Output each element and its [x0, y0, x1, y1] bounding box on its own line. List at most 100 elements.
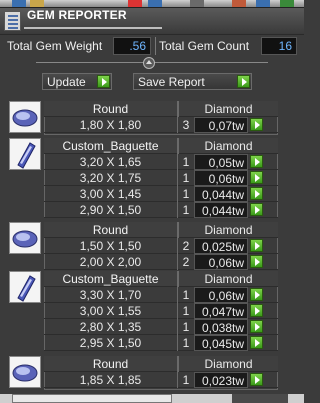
select-gem-button[interactable] — [250, 118, 263, 131]
gem-quantity: 1 — [182, 171, 190, 185]
gem-header-row: Round Diamond — [44, 101, 278, 117]
toolbar-icon[interactable] — [148, 0, 162, 7]
select-gem-button[interactable] — [250, 187, 263, 200]
update-button[interactable]: Update — [42, 73, 112, 90]
baguette-gem-icon — [9, 271, 41, 303]
select-gem-button[interactable] — [250, 304, 263, 317]
gem-header-row: Round Diamond — [44, 356, 278, 372]
gem-quantity: 1 — [182, 373, 190, 387]
select-gem-button[interactable] — [250, 171, 263, 184]
gem-quantity: 1 — [182, 187, 190, 201]
gem-weight: 0,07tw — [194, 117, 248, 133]
window-title: GEM REPORTER — [27, 8, 127, 22]
toolbar-icon[interactable] — [12, 0, 26, 7]
stats-divider — [155, 37, 156, 55]
gem-quantity: 1 — [182, 155, 190, 169]
gem-quantity: 1 — [182, 336, 190, 350]
gem-weight: 0,047tw — [194, 303, 248, 319]
gem-dimensions: 3,00 X 1,55 — [44, 303, 178, 319]
material-name: Diamond — [178, 356, 278, 372]
table-row: 3,00 X 1,55 1 0,047tw — [44, 303, 278, 319]
table-row: 2,95 X 1,50 1 0,045tw — [44, 335, 278, 351]
gem-quantity: 1 — [182, 203, 190, 217]
cut-name: Custom_Baguette — [44, 271, 178, 287]
save-report-button-label: Save Report — [138, 75, 205, 89]
play-arrow-icon — [237, 75, 250, 88]
select-gem-button[interactable] — [250, 288, 263, 301]
gem-dimensions: 3,30 X 1,70 — [44, 287, 178, 303]
table-row: 1,50 X 1,50 2 0,025tw — [44, 238, 278, 254]
bottom-status-strip — [0, 394, 304, 403]
totals-bar: Total Gem Weight .56 Total Gem Count 16 — [3, 37, 301, 55]
select-gem-button[interactable] — [250, 255, 263, 268]
select-gem-button[interactable] — [250, 320, 263, 333]
round-gem-icon — [9, 356, 41, 388]
bottom-field[interactable] — [12, 394, 172, 403]
total-weight-label: Total Gem Weight — [7, 39, 103, 53]
gem-dimensions: 2,90 X 1,50 — [44, 202, 178, 218]
toolbar-icon[interactable] — [232, 0, 246, 7]
cut-name: Custom_Baguette — [44, 138, 178, 154]
select-gem-button[interactable] — [250, 203, 263, 216]
table-row: 2,00 X 2,00 2 0,06tw — [44, 254, 278, 270]
top-toolbar-strip — [0, 0, 304, 8]
play-arrow-icon — [97, 75, 110, 88]
gem-table: Round Diamond 1,80 X 1,80 3 0,07tw — [44, 101, 278, 133]
gem-quantity: 1 — [182, 320, 190, 334]
gem-dimensions: 3,00 X 1,45 — [44, 186, 178, 202]
toolbar-icon[interactable] — [256, 0, 270, 7]
gem-weight: 0,05tw — [194, 154, 248, 170]
total-count-value: 16 — [261, 37, 297, 55]
table-row: 3,20 X 1,75 1 0,06tw — [44, 170, 278, 186]
select-gem-button[interactable] — [250, 336, 263, 349]
save-report-button[interactable]: Save Report — [133, 73, 252, 90]
gem-weight: 0,025tw — [194, 238, 248, 254]
bottom-control[interactable] — [232, 394, 288, 403]
collapse-toggle-icon[interactable] — [143, 57, 155, 69]
select-gem-button[interactable] — [250, 155, 263, 168]
select-gem-button[interactable] — [250, 373, 263, 386]
cut-name: Round — [44, 222, 178, 238]
round-gem-icon — [9, 101, 41, 133]
gem-quantity: 1 — [182, 288, 190, 302]
table-row: 2,80 X 1,35 1 0,038tw — [44, 319, 278, 335]
title-bar: GEM REPORTER — [0, 8, 304, 35]
gem-dimensions: 3,20 X 1,75 — [44, 170, 178, 186]
gem-quantity: 2 — [182, 239, 190, 253]
gem-weight: 0,044tw — [194, 186, 248, 202]
gem-weight: 0,06tw — [194, 254, 248, 270]
table-row: 3,00 X 1,45 1 0,044tw — [44, 186, 278, 202]
gem-dimensions: 2,95 X 1,50 — [44, 335, 178, 351]
gem-quantity: 1 — [182, 304, 190, 318]
material-name: Diamond — [178, 222, 278, 238]
select-gem-button[interactable] — [250, 239, 263, 252]
gem-weight: 0,023tw — [194, 372, 248, 388]
gem-table: Round Diamond 1,85 X 1,85 1 0,023tw — [44, 356, 278, 388]
table-row: 2,90 X 1,50 1 0,044tw — [44, 202, 278, 218]
gem-header-row: Custom_Baguette Diamond — [44, 138, 278, 154]
gem-table: Round Diamond 1,50 X 1,50 2 0,025tw 2,00… — [44, 222, 278, 270]
round-gem-icon — [9, 222, 41, 254]
gem-dimensions: 3,20 X 1,65 — [44, 154, 178, 170]
gem-header-row: Custom_Baguette Diamond — [44, 271, 278, 287]
gem-dimensions: 2,00 X 2,00 — [44, 254, 178, 270]
gem-table: Custom_Baguette Diamond 3,20 X 1,65 1 0,… — [44, 138, 278, 218]
toolbar-icon[interactable] — [190, 0, 204, 7]
cut-name: Round — [44, 356, 178, 372]
table-row: 1,80 X 1,80 3 0,07tw — [44, 117, 278, 133]
toolbar-icon[interactable] — [280, 0, 294, 7]
toolbar-icon[interactable] — [128, 0, 142, 7]
gem-dimensions: 1,85 X 1,85 — [44, 372, 178, 388]
cut-name: Round — [44, 101, 178, 117]
material-name: Diamond — [178, 271, 278, 287]
title-underline — [24, 27, 162, 29]
gem-quantity: 3 — [182, 118, 190, 132]
material-name: Diamond — [178, 138, 278, 154]
gem-weight: 0,038tw — [194, 319, 248, 335]
gem-weight: 0,06tw — [194, 287, 248, 303]
gem-dimensions: 1,50 X 1,50 — [44, 238, 178, 254]
gem-quantity: 2 — [182, 255, 190, 269]
gem-weight: 0,045tw — [194, 335, 248, 351]
toolbar-icon[interactable] — [30, 0, 44, 7]
table-row: 3,30 X 1,70 1 0,06tw — [44, 287, 278, 303]
